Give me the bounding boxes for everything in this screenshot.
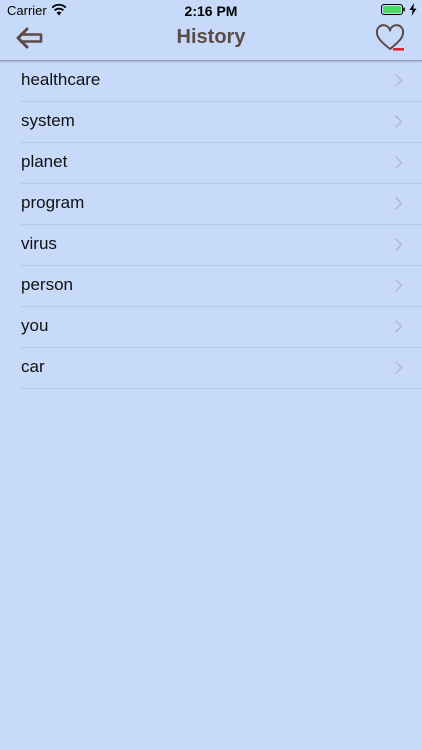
charging-icon (409, 3, 417, 16)
chevron-right-icon (394, 319, 403, 334)
history-item[interactable]: healthcare (21, 61, 422, 102)
chevron-right-icon (394, 114, 403, 129)
page-title: History (176, 26, 246, 48)
history-item[interactable]: system (21, 102, 422, 143)
chevron-right-icon (394, 278, 403, 293)
history-item[interactable]: program (21, 184, 422, 225)
history-item-label: program (21, 193, 85, 212)
battery-icon (381, 4, 405, 15)
navigation-bar: History (0, 20, 422, 61)
chevron-right-icon (394, 237, 403, 252)
chevron-right-icon (394, 73, 403, 88)
history-item-label: planet (21, 152, 68, 171)
history-item[interactable]: planet (21, 143, 422, 184)
history-item-label: you (21, 316, 49, 335)
history-list: healthcare system planet program virus p… (0, 61, 422, 389)
history-item[interactable]: you (21, 307, 422, 348)
history-item-label: system (21, 111, 75, 130)
heart-minus-icon[interactable] (374, 24, 406, 54)
status-bar: Carrier 2:16 PM (0, 0, 422, 20)
chevron-right-icon (394, 360, 403, 375)
history-item[interactable]: person (21, 266, 422, 307)
chevron-right-icon (394, 196, 403, 211)
status-time: 2:16 PM (184, 3, 238, 19)
history-item-label: healthcare (21, 70, 101, 89)
history-item-label: car (21, 357, 45, 376)
chevron-right-icon (394, 155, 403, 170)
history-item-label: person (21, 275, 73, 294)
history-item[interactable]: virus (21, 225, 422, 266)
history-item-label: virus (21, 234, 57, 253)
history-item[interactable]: car (21, 348, 422, 389)
